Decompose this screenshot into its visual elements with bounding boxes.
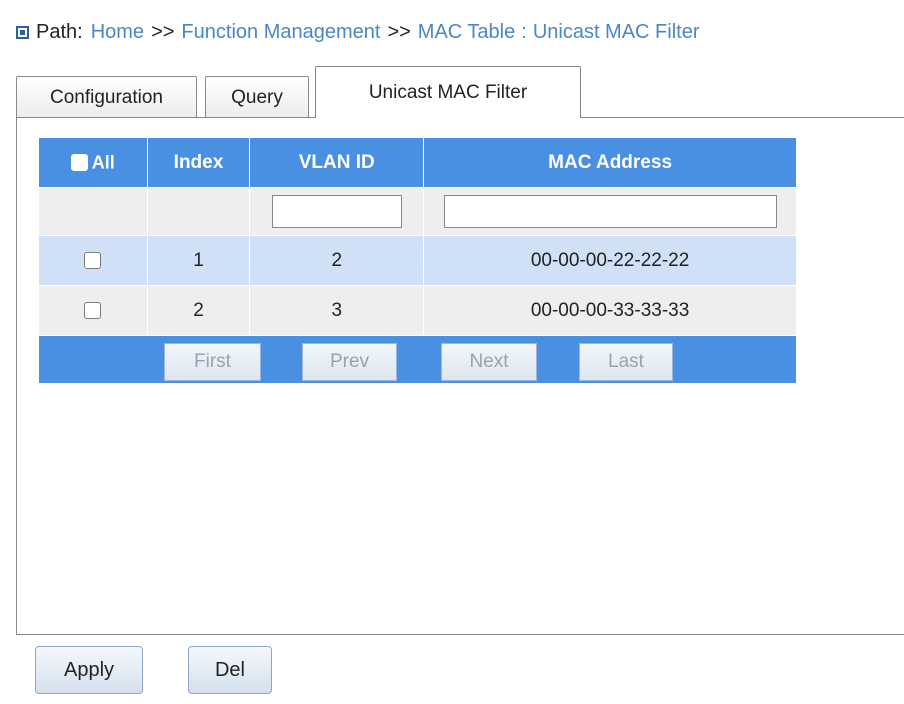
pagination-cell [38, 335, 797, 384]
row-vlan-id: 3 [249, 285, 425, 336]
filter-cell-empty [38, 187, 148, 236]
tab-bar: Configuration Query Unicast MAC Filter [16, 66, 904, 118]
tab-configuration[interactable]: Configuration [16, 76, 197, 118]
apply-button[interactable]: Apply [35, 646, 143, 694]
index-header: Index [146, 137, 251, 188]
breadcrumb: Path: Home >> Function Management >> MAC… [16, 18, 700, 46]
breadcrumb-separator: >> [387, 20, 411, 43]
mac-address-header: MAC Address [423, 137, 797, 188]
row-mac-address: 00-00-00-22-22-22 [423, 235, 797, 286]
last-page-button[interactable]: Last [579, 343, 673, 381]
unicast-mac-filter-table: All Index VLAN ID MAC Address 1 2 00-00-… [38, 137, 797, 384]
select-all-label: All [91, 151, 115, 172]
prev-page-button[interactable]: Prev [302, 343, 397, 381]
tab-query[interactable]: Query [205, 76, 309, 118]
select-all-checkbox[interactable] [70, 153, 88, 171]
row-select-cell [38, 285, 148, 336]
row-mac-address: 00-00-00-33-33-33 [423, 285, 797, 336]
vlan-id-header: VLAN ID [249, 137, 425, 188]
breadcrumb-function-management-link[interactable]: Function Management [181, 21, 380, 44]
breadcrumb-current: Unicast MAC Filter [532, 20, 700, 43]
row-checkbox[interactable] [84, 301, 102, 319]
row-index: 1 [146, 235, 251, 286]
breadcrumb-mac-table-link[interactable]: MAC Table [418, 21, 515, 44]
filter-cell-empty [146, 187, 251, 236]
breadcrumb-colon: : [521, 20, 527, 43]
table-row: 2 3 00-00-00-33-33-33 [38, 285, 797, 336]
del-button[interactable]: Del [188, 646, 272, 694]
tab-unicast-mac-filter[interactable]: Unicast MAC Filter [315, 66, 581, 118]
breadcrumb-separator: >> [151, 20, 175, 43]
pagination-row [38, 335, 797, 384]
first-page-button[interactable]: First [164, 343, 261, 381]
row-select-cell [38, 235, 148, 286]
path-label: Path: [36, 20, 83, 43]
breadcrumb-home-link[interactable]: Home [91, 21, 144, 44]
row-checkbox[interactable] [84, 251, 102, 269]
select-all-header: All [38, 137, 148, 188]
filter-cell-vlan [249, 187, 425, 236]
table-row: 1 2 00-00-00-22-22-22 [38, 235, 797, 286]
filter-cell-mac [423, 187, 797, 236]
filter-row [38, 187, 797, 236]
table-header-row: All Index VLAN ID MAC Address [38, 137, 797, 188]
row-vlan-id: 2 [249, 235, 425, 286]
row-index: 2 [146, 285, 251, 336]
next-page-button[interactable]: Next [441, 343, 537, 381]
mac-address-filter-input[interactable] [443, 195, 777, 228]
vlan-id-filter-input[interactable] [271, 195, 402, 228]
path-square-icon [16, 25, 29, 39]
